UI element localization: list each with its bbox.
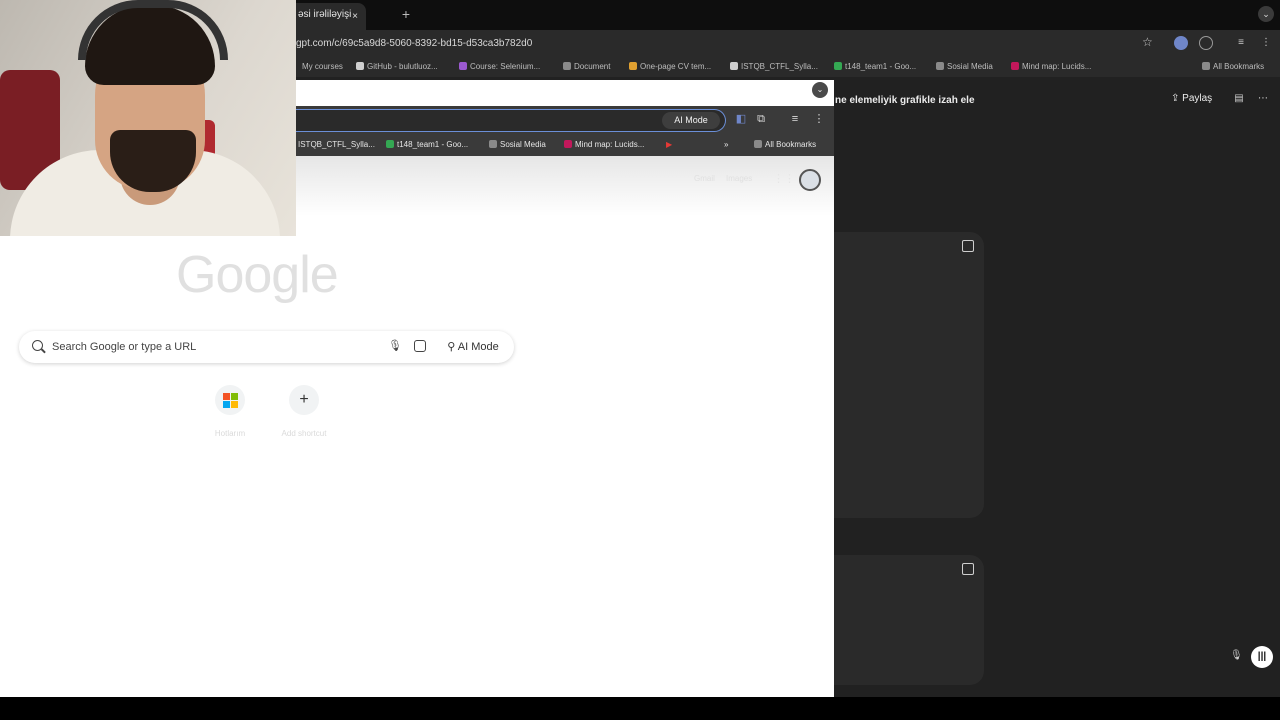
- translate-extension-icon[interactable]: [1174, 36, 1188, 50]
- bookmark-item[interactable]: Mind map: Lucids...: [564, 139, 644, 151]
- bookmark-star-icon[interactable]: ☆: [1142, 35, 1153, 49]
- tab-strip: əsi irəliləyişi × + ⌄: [296, 0, 1280, 30]
- bookmark-item[interactable]: t148_team1 - Goo...: [834, 61, 916, 73]
- images-link[interactable]: Images: [726, 174, 752, 183]
- shortcut-icon-bg: [215, 385, 245, 415]
- bookmark-item[interactable]: All Bookmarks: [1202, 61, 1264, 73]
- new-tab-button[interactable]: +: [396, 4, 416, 24]
- google-apps-icon[interactable]: ⋮⋮: [773, 173, 795, 185]
- bookmarks-overflow-icon[interactable]: »: [724, 139, 728, 151]
- shortcut-icon-bg: +: [289, 385, 319, 415]
- avatar[interactable]: [799, 169, 821, 191]
- share-icon: ⇪: [1171, 93, 1183, 104]
- bookmark-item[interactable]: All Bookmarks: [754, 139, 816, 151]
- bookmark-item[interactable]: Mind map: Lucids...: [1011, 61, 1091, 73]
- shortcut-tile[interactable]: Hotlarım: [195, 383, 265, 443]
- shortcut-label: Hotlarım: [214, 429, 246, 438]
- microsoft-icon: [223, 393, 239, 409]
- ai-mode-icon: ⚲: [447, 341, 458, 353]
- url-field[interactable]: gpt.com/c/69c5a9d8-5060-8392-bd15-d53ca3…: [296, 36, 532, 52]
- bookmark-item[interactable]: ISTQB_CTFL_Sylla...: [298, 139, 375, 151]
- tab-search-icon[interactable]: ⌄: [812, 82, 828, 98]
- bookmark-item[interactable]: Sosial Media: [489, 139, 546, 151]
- profile-icon[interactable]: ≡: [788, 112, 802, 126]
- gmail-link[interactable]: Gmail: [694, 174, 715, 183]
- copy-icon[interactable]: [962, 240, 974, 252]
- bookmark-item[interactable]: ISTQB_CTFL_Sylla...: [730, 61, 818, 73]
- tab-chatgpt[interactable]: əsi irəliləyişi ×: [296, 3, 366, 30]
- bookmark-item[interactable]: Sosial Media: [936, 61, 993, 73]
- bookmark-item[interactable]: One-page CV tem...: [629, 61, 711, 73]
- search-box[interactable]: Search Google or type a URL 🎙 ⚲ AI Mode: [19, 331, 514, 363]
- microphone-icon[interactable]: 🎙: [1230, 650, 1243, 664]
- chat-response-card: [834, 555, 984, 685]
- extensions-icon[interactable]: ⧉: [754, 112, 768, 126]
- translate-extension-icon[interactable]: ◧: [734, 112, 748, 126]
- page-header: [296, 156, 834, 216]
- extensions-icon[interactable]: [1199, 36, 1213, 50]
- search-icon: [32, 340, 43, 351]
- profile-icon[interactable]: ≡: [1234, 36, 1248, 50]
- google-lens-icon[interactable]: [414, 340, 426, 352]
- youtube-bookmark-icon[interactable]: ▶: [666, 139, 672, 151]
- google-logo: Google: [176, 246, 339, 304]
- share-button[interactable]: ⇪ Paylaş: [1171, 91, 1212, 107]
- tab-title: əsi irəliləyişi: [298, 9, 352, 20]
- voice-mode-button[interactable]: |||: [1251, 646, 1273, 668]
- omnibox[interactable]: AI Mode: [296, 109, 726, 132]
- close-tab-icon[interactable]: ×: [348, 6, 362, 28]
- tab-search-icon[interactable]: ⌄: [1258, 6, 1274, 22]
- bookmark-item[interactable]: Document: [563, 61, 610, 73]
- chat-response-card: [834, 232, 984, 518]
- bookmarks-bar: My courses GitHub - bulutluoz... Course:…: [296, 57, 1280, 77]
- plus-icon: +: [299, 391, 309, 408]
- shortcut-label: Add shortcut: [281, 429, 327, 438]
- bookmark-item[interactable]: GitHub - bulutluoz...: [356, 61, 438, 73]
- bookmark-item[interactable]: Course: Selenium...: [459, 61, 540, 73]
- chat-title: ne elemeliyik grafikle izah ele: [835, 95, 975, 106]
- ai-mode-chip[interactable]: AI Mode: [662, 112, 720, 129]
- bookmark-item[interactable]: My courses: [302, 61, 343, 73]
- ai-mode-button[interactable]: ⚲ AI Mode: [442, 337, 504, 357]
- menu-icon[interactable]: ⋮: [1259, 36, 1273, 50]
- notes-icon[interactable]: ▤: [1232, 92, 1246, 106]
- search-input[interactable]: Search Google or type a URL: [52, 339, 196, 355]
- menu-icon[interactable]: ⋮: [812, 112, 826, 126]
- more-options-icon[interactable]: ⋯: [1256, 92, 1270, 106]
- webcam-overlay: [0, 0, 296, 236]
- screen: əsi irəliləyişi × + ⌄ gpt.com/c/69c5a9d8…: [0, 0, 1280, 720]
- bottom-black-bar: [0, 697, 1280, 720]
- copy-icon[interactable]: [962, 563, 974, 575]
- microphone-icon[interactable]: 🎙: [388, 339, 402, 355]
- address-bar: gpt.com/c/69c5a9d8-5060-8392-bd15-d53ca3…: [296, 30, 1280, 57]
- add-shortcut-button[interactable]: + Add shortcut: [269, 383, 339, 443]
- bookmark-item[interactable]: t148_team1 - Goo...: [386, 139, 468, 151]
